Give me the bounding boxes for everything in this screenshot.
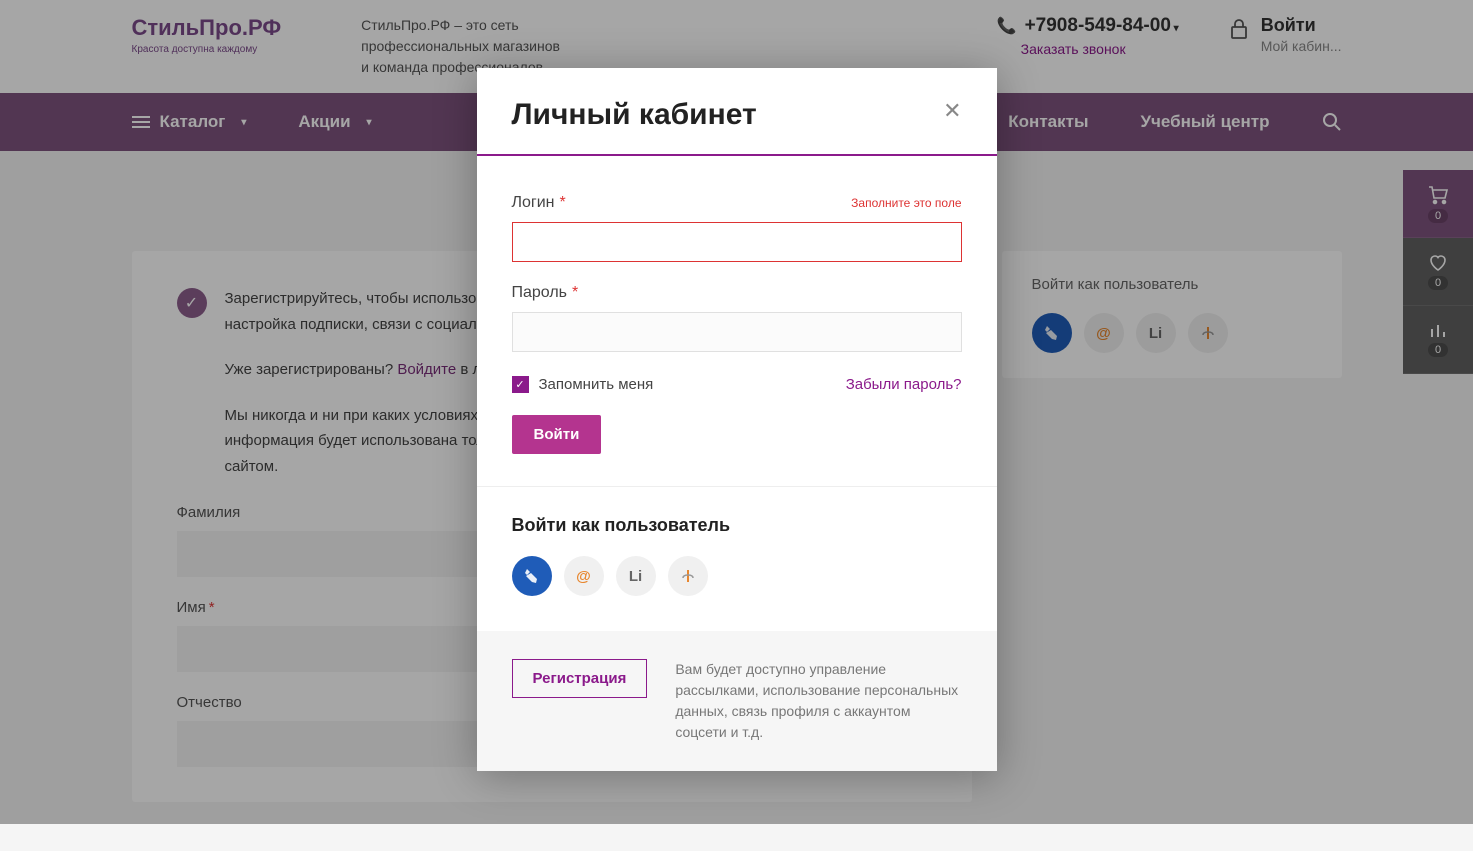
login-modal: Личный кабинет ✕ Логин* Заполните это по… [477,68,997,771]
modal-social-mailru[interactable]: @ [564,556,604,596]
login-error: Заполните это поле [851,196,961,210]
remember-label: Запомнить меня [539,376,654,393]
close-button[interactable]: ✕ [943,98,961,124]
close-icon: ✕ [943,98,961,123]
checkbox-checked-icon: ✓ [512,376,529,393]
modal-social-title: Войти как пользователь [512,515,962,536]
modal-social-livejournal[interactable] [512,556,552,596]
register-button[interactable]: Регистрация [512,659,648,698]
forgot-password-link[interactable]: Забыли пароль? [846,376,962,393]
modal-title: Личный кабинет [512,98,757,132]
login-input[interactable] [512,222,962,262]
modal-footer-text: Вам будет доступно управление рассылками… [675,659,961,743]
remember-checkbox[interactable]: ✓ Запомнить меня [512,376,654,393]
password-label: Пароль* [512,284,579,302]
modal-social-liveinternet[interactable]: Li [616,556,656,596]
login-label: Логин* [512,194,566,212]
submit-button[interactable]: Войти [512,415,602,454]
modal-social-openid[interactable] [668,556,708,596]
password-input[interactable] [512,312,962,352]
